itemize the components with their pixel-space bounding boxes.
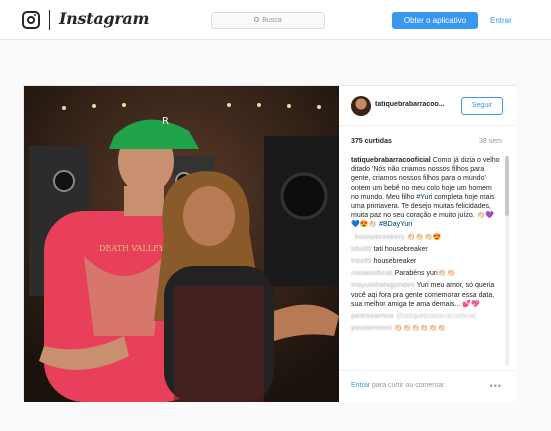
comment-text: 👏🏻👏🏻👏🏻👏🏻👏🏻👏🏻 <box>393 325 447 333</box>
search-input[interactable]: Busca <box>211 12 325 29</box>
post-photo[interactable]: DEATH VALLEY R <box>24 86 339 402</box>
comment-username[interactable]: lrbs00 <box>351 258 372 265</box>
search-placeholder: Busca <box>262 17 282 24</box>
comment-text: 👏🏻👏🏻👏🏻😍 <box>406 233 442 241</box>
caption-username[interactable]: tatiquebrabarracooficial <box>351 157 431 164</box>
post-username[interactable]: tatiquebrabarracoo... <box>375 101 451 108</box>
likes-count[interactable]: 375 curtidas <box>351 138 392 145</box>
post-card: DEATH VALLEY R tatiquebrabarracoo... Seg… <box>23 85 516 402</box>
comment-username[interactable]: romanoficial <box>351 270 393 277</box>
comment-item: mayuinhafagundes Yuri meu amor, só queri… <box>351 281 501 309</box>
footer-prompt-text: para curtir ou comentar. <box>370 382 446 389</box>
comments-list[interactable]: tatiquebrabarracooficial Como já dizia o… <box>351 156 501 366</box>
caption: tatiquebrabarracooficial Como já dizia o… <box>351 156 501 230</box>
scrollbar-thumb[interactable] <box>505 156 509 216</box>
post-header: tatiquebrabarracoo... Seguir <box>339 86 516 126</box>
comment-text: Parabéns yuri👏🏻👏🏻 <box>394 270 456 278</box>
post-sidebar: tatiquebrabarracoo... Seguir 375 curtida… <box>339 86 516 402</box>
comment-item: lrbs00 tati housebreaker <box>351 245 501 254</box>
post-footer: Entrar para curtir ou comentar. ••• <box>339 370 516 402</box>
comments-scrollbar[interactable] <box>505 156 509 366</box>
more-options-icon[interactable]: ••• <box>490 381 502 391</box>
instagram-camera-icon[interactable] <box>22 11 40 29</box>
comment-username[interactable]: mayuinhafagundes <box>351 282 415 289</box>
hashtag-bdayyuri[interactable]: #BDayYuri <box>379 221 412 228</box>
login-prompt: Entrar para curtir ou comentar. <box>351 382 446 389</box>
comment-username[interactable]: pedrocarrico <box>351 313 394 320</box>
comment-text: tati housebreaker <box>373 245 428 253</box>
comment-username[interactable]: _housebreakers <box>351 234 405 241</box>
get-app-button[interactable]: Obter o aplicativo <box>392 12 478 29</box>
comment-item: lrbs00 housebreaker <box>351 257 501 266</box>
comment-item: pedrocarrico @tatiquebrabarracooficial <box>351 312 501 321</box>
comment-text: housebreaker <box>373 258 417 266</box>
cap-logo-text: R <box>162 116 169 127</box>
search-icon <box>254 17 260 22</box>
footer-login-link[interactable]: Entrar <box>351 382 370 389</box>
shirt-print-text: DEATH VALLEY <box>99 244 165 253</box>
comment-text: @tatiquebrabarracooficial <box>395 313 476 321</box>
comment-item: romanoficial Parabéns yuri👏🏻👏🏻 <box>351 269 501 278</box>
follow-button[interactable]: Seguir <box>461 97 503 115</box>
avatar[interactable] <box>351 96 371 116</box>
instagram-wordmark[interactable]: Instagram <box>59 9 149 28</box>
comment-username[interactable]: lrbs00 <box>351 246 372 253</box>
comment-item: _housebreakers 👏🏻👏🏻👏🏻😍 <box>351 233 501 242</box>
comment-username[interactable]: pviotormont <box>351 325 392 332</box>
hashtag-yuri[interactable]: #Yuri <box>416 194 432 201</box>
top-navigation-bar: Instagram Busca Obter o aplicativo Entra… <box>0 0 551 40</box>
post-age[interactable]: 38 sem <box>479 138 502 145</box>
post-photo-illustration: DEATH VALLEY R <box>24 86 339 402</box>
login-link[interactable]: Entrar <box>490 12 512 29</box>
comment-item: pviotormont 👏🏻👏🏻👏🏻👏🏻👏🏻👏🏻 <box>351 324 501 333</box>
logo-divider <box>49 10 50 30</box>
